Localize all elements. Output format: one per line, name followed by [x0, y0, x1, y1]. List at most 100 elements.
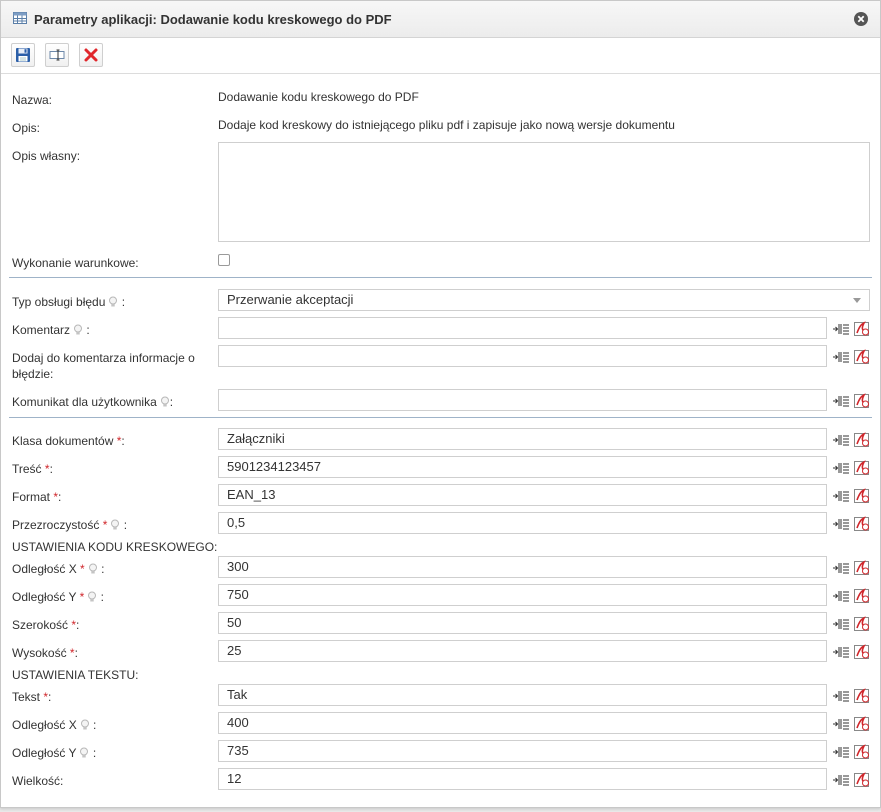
insert-list-icon[interactable] — [832, 516, 850, 532]
insert-list-icon[interactable] — [832, 460, 850, 476]
document-class-input[interactable]: Załączniki — [218, 428, 827, 450]
rename-button[interactable] — [45, 43, 69, 67]
separator — [9, 277, 872, 278]
pdf-eraser-icon[interactable] — [853, 688, 871, 704]
insert-list-icon[interactable] — [832, 432, 850, 448]
insert-list-icon[interactable] — [832, 321, 850, 337]
lightbulb-icon[interactable] — [88, 563, 98, 575]
own-description-label: Opis własny: — [12, 149, 81, 163]
pdf-eraser-icon[interactable] — [853, 488, 871, 504]
red-x-icon — [84, 48, 98, 62]
close-icon[interactable] — [854, 12, 868, 26]
conditional-execution-checkbox[interactable] — [218, 254, 230, 266]
content-input[interactable]: 5901234123457 — [218, 456, 827, 478]
delete-button[interactable] — [79, 43, 103, 67]
format-input[interactable]: EAN_13 — [218, 484, 827, 506]
barcode-width-input[interactable]: 50 — [218, 612, 827, 634]
text-input[interactable]: Tak — [218, 684, 827, 706]
pdf-eraser-icon[interactable] — [853, 516, 871, 532]
insert-list-icon[interactable] — [832, 644, 850, 660]
lightbulb-icon[interactable] — [87, 591, 97, 603]
pdf-eraser-icon[interactable] — [853, 460, 871, 476]
pdf-eraser-icon[interactable] — [853, 321, 871, 337]
text-distance-x-label: Odległość X : — [12, 718, 97, 732]
error-type-selected-value: Przerwanie akceptacji — [227, 292, 354, 307]
textbox-icon — [49, 49, 65, 61]
transparency-label: Przezroczystość * : — [12, 518, 128, 532]
barcode-distance-y-label: Odległość Y * : — [12, 590, 104, 604]
barcode-distance-y-input[interactable]: 750 — [218, 584, 827, 606]
document-class-actions — [832, 432, 871, 448]
barcode-height-label: Wysokość *: — [12, 646, 78, 660]
description-value: Dodaje kod kreskowy do istniejącego plik… — [218, 118, 675, 132]
lightbulb-icon[interactable] — [79, 747, 89, 759]
add-error-info-label-line1: Dodaj do komentarza informacje o — [12, 351, 195, 365]
insert-list-icon[interactable] — [832, 588, 850, 604]
insert-list-icon[interactable] — [832, 772, 850, 788]
pdf-eraser-icon[interactable] — [853, 432, 871, 448]
text-distance-y-input[interactable]: 735 — [218, 740, 827, 762]
transparency-actions — [832, 516, 871, 532]
add-error-info-input[interactable] — [218, 345, 827, 367]
toolbar — [1, 38, 880, 74]
name-label: Nazwa: — [12, 93, 53, 107]
insert-list-icon[interactable] — [832, 488, 850, 504]
barcode-distance-x-label: Odległość X * : — [12, 562, 105, 576]
comment-input[interactable] — [218, 317, 827, 339]
format-label: Format *: — [12, 490, 62, 504]
separator — [9, 417, 872, 418]
text-settings-heading: USTAWIENIA TEKSTU: — [12, 668, 139, 682]
dialog-title: Parametry aplikacji: Dodawanie kodu kres… — [34, 12, 392, 27]
insert-list-icon[interactable] — [832, 349, 850, 365]
error-type-label: Typ obsługi błędu : — [12, 295, 126, 309]
content-label: Treść *: — [12, 462, 53, 476]
text-size-actions — [832, 772, 871, 788]
insert-list-icon[interactable] — [832, 560, 850, 576]
lightbulb-icon[interactable] — [110, 519, 120, 531]
dialog-window: Parametry aplikacji: Dodawanie kodu kres… — [0, 0, 881, 808]
pdf-eraser-icon[interactable] — [853, 560, 871, 576]
error-type-select[interactable]: Przerwanie akceptacji — [218, 289, 870, 311]
text-distance-y-label: Odległość Y : — [12, 746, 97, 760]
pdf-eraser-icon[interactable] — [853, 716, 871, 732]
insert-list-icon[interactable] — [832, 616, 850, 632]
format-actions — [832, 488, 871, 504]
text-distance-x-actions — [832, 716, 871, 732]
barcode-distance-x-input[interactable]: 300 — [218, 556, 827, 578]
add-error-info-label-line2: błędzie: — [12, 367, 54, 381]
pdf-eraser-icon[interactable] — [853, 616, 871, 632]
transparency-input[interactable]: 0,5 — [218, 512, 827, 534]
table-icon — [13, 12, 27, 24]
pdf-eraser-icon[interactable] — [853, 393, 871, 409]
pdf-eraser-icon[interactable] — [853, 349, 871, 365]
barcode-height-input[interactable]: 25 — [218, 640, 827, 662]
own-description-textarea[interactable] — [218, 142, 870, 242]
pdf-eraser-icon[interactable] — [853, 588, 871, 604]
content-actions — [832, 460, 871, 476]
pdf-eraser-icon[interactable] — [853, 744, 871, 760]
name-value: Dodawanie kodu kreskowego do PDF — [218, 90, 419, 104]
text-size-label: Wielkość: — [12, 774, 64, 788]
insert-list-icon[interactable] — [832, 688, 850, 704]
insert-list-icon[interactable] — [832, 716, 850, 732]
pdf-eraser-icon[interactable] — [853, 772, 871, 788]
insert-list-icon[interactable] — [832, 744, 850, 760]
barcode-settings-heading: USTAWIENIA KODU KRESKOWEGO: — [12, 540, 218, 554]
comment-label: Komentarz : — [12, 323, 90, 337]
pdf-eraser-icon[interactable] — [853, 644, 871, 660]
lightbulb-icon[interactable] — [108, 296, 118, 308]
lightbulb-icon[interactable] — [80, 719, 90, 731]
chevron-down-icon — [853, 298, 861, 303]
lightbulb-icon[interactable] — [160, 396, 170, 408]
barcode-height-actions — [832, 644, 871, 660]
user-message-input[interactable] — [218, 389, 827, 411]
floppy-disk-icon — [16, 48, 30, 62]
text-label: Tekst *: — [12, 690, 52, 704]
insert-list-icon[interactable] — [832, 393, 850, 409]
text-distance-x-input[interactable]: 400 — [218, 712, 827, 734]
lightbulb-icon[interactable] — [73, 324, 83, 336]
barcode-width-actions — [832, 616, 871, 632]
text-size-input[interactable]: 12 — [218, 768, 827, 790]
conditional-execution-label: Wykonanie warunkowe: — [12, 256, 139, 270]
save-button[interactable] — [11, 43, 35, 67]
